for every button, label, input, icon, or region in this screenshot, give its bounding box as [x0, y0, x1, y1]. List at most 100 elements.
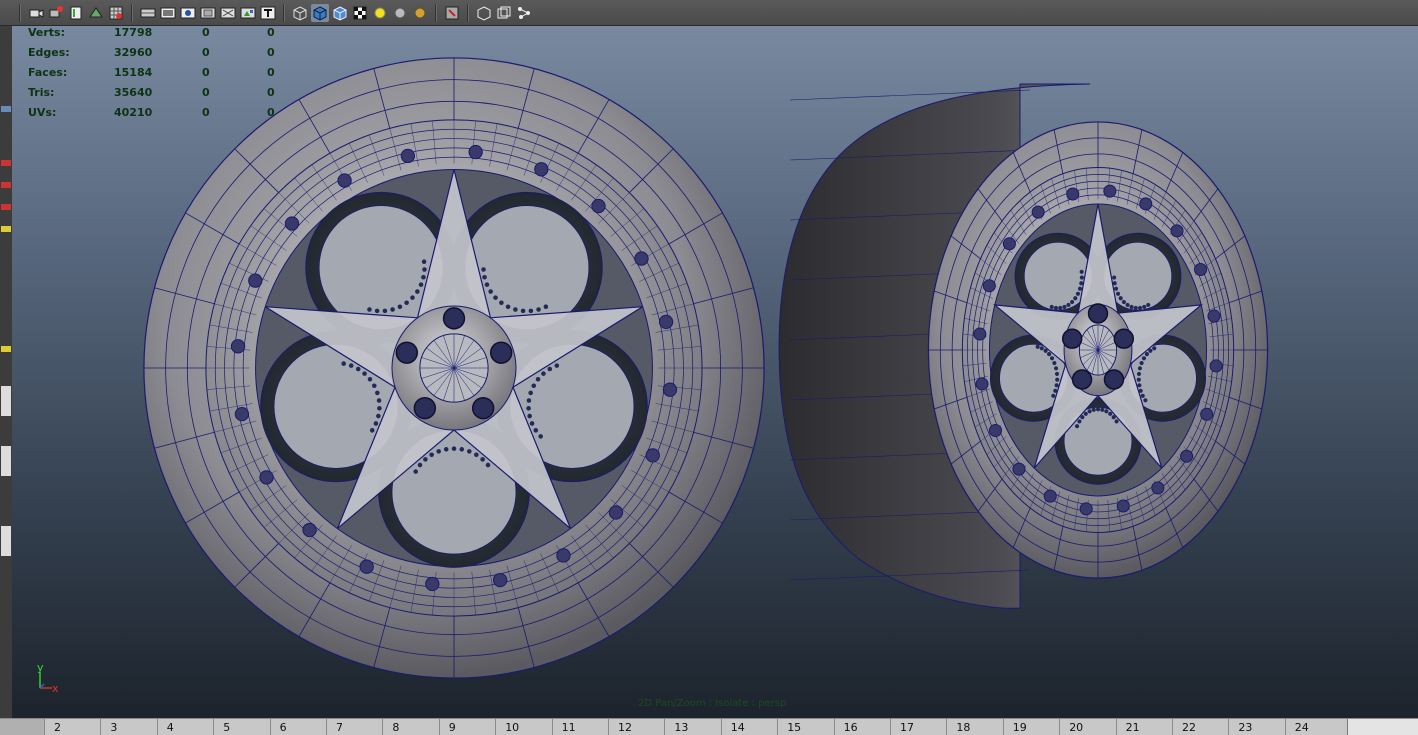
time-tick — [551, 719, 553, 735]
tool-marker[interactable] — [1, 106, 11, 112]
disc-hole — [1114, 419, 1119, 424]
disc-hole — [481, 267, 486, 272]
lug-nut — [1061, 328, 1083, 349]
rim-bolt — [1207, 309, 1221, 323]
lug-nut — [1103, 369, 1125, 390]
hud-v3: 0 — [267, 86, 275, 99]
wireframe-on-shaded-icon[interactable] — [331, 4, 349, 22]
xray-icon[interactable] — [475, 4, 493, 22]
isolate-select-icon[interactable] — [443, 4, 461, 22]
rim-bolt — [1043, 489, 1057, 503]
disc-hole — [480, 457, 485, 462]
ambient-occlusion-icon[interactable] — [411, 4, 429, 22]
time-tick-label: 16 — [843, 721, 858, 734]
camera-icon[interactable] — [27, 4, 45, 22]
perspective-viewport[interactable]: Verts: 17798 0 0 Edges: 32960 0 0 Faces: 15184 0 0 T… — [12, 26, 1418, 718]
image-plane-icon[interactable] — [87, 4, 105, 22]
grid-icon[interactable] — [107, 4, 125, 22]
disc-hole — [1047, 352, 1052, 357]
xray-active-components-icon[interactable] — [495, 4, 513, 22]
rim-bolt — [1180, 449, 1194, 463]
disc-hole — [374, 308, 380, 314]
shadows-icon[interactable] — [391, 4, 409, 22]
hud-label: Verts: — [28, 26, 66, 39]
hud-v3: 0 — [267, 106, 275, 119]
right-wheel-model[interactable] — [778, 83, 1269, 609]
rim-bolt — [1079, 502, 1093, 516]
lug-nut — [395, 341, 419, 364]
disc-hole — [1152, 346, 1157, 351]
time-tick — [100, 719, 102, 735]
tool-marker[interactable] — [1, 226, 11, 232]
disc-hole — [375, 390, 380, 396]
toolbar-separator — [283, 3, 285, 22]
disc-hole — [1051, 393, 1056, 398]
camera-attributes-icon[interactable] — [47, 4, 65, 22]
hud-row: Edges: 32960 0 0 — [28, 46, 288, 66]
tool-marker[interactable] — [1, 160, 11, 166]
disc-hole — [1139, 360, 1144, 366]
rim-bolt — [1170, 224, 1184, 238]
rim-bolt — [1012, 462, 1026, 476]
disc-hole — [1100, 407, 1105, 412]
disc-hole — [482, 274, 487, 280]
tool-marker[interactable] — [1, 386, 11, 416]
disc-hole — [1054, 366, 1059, 371]
lug-nut — [1113, 328, 1135, 349]
disc-hole — [536, 307, 541, 312]
time-tick — [438, 719, 440, 735]
use-all-lights-icon[interactable] — [371, 4, 389, 22]
film-gate-icon[interactable] — [139, 4, 157, 22]
time-tick — [495, 719, 497, 735]
disc-hole — [415, 289, 420, 294]
disc-hole — [1058, 305, 1063, 311]
disc-hole — [1140, 393, 1145, 398]
disc-hole — [528, 390, 533, 396]
gate-mask-icon[interactable] — [179, 4, 197, 22]
text-icon[interactable] — [259, 4, 277, 22]
tool-marker[interactable] — [1, 446, 11, 476]
toolbar-separator — [19, 3, 21, 22]
rim-bolt — [608, 505, 624, 520]
tool-marker[interactable] — [1, 204, 11, 210]
time-tick — [1284, 719, 1286, 735]
current-frame-marker[interactable] — [0, 719, 45, 735]
rim-bolt — [658, 314, 674, 330]
left-wheel-model[interactable] — [143, 57, 765, 679]
disc-hole — [1125, 302, 1130, 308]
range-end-field[interactable] — [1347, 719, 1418, 735]
time-tick-label: 15 — [787, 721, 802, 734]
rim-bolt — [1200, 407, 1214, 421]
disc-hole — [348, 363, 354, 368]
smooth-shade-icon[interactable] — [311, 3, 329, 22]
poly-count-hud: Verts: 17798 0 0 Edges: 32960 0 0 Faces: 15184 0 0 T… — [28, 26, 288, 126]
hud-v3: 0 — [267, 46, 275, 59]
safe-title-icon[interactable] — [239, 4, 257, 22]
disc-hole — [529, 421, 535, 426]
bookmark-icon[interactable] — [67, 4, 85, 22]
time-tick-label: 7 — [336, 721, 343, 734]
disc-hole — [1108, 411, 1113, 416]
hud-v2: 0 — [202, 86, 210, 99]
tool-marker[interactable] — [1, 182, 11, 188]
time-tick-label: 2 — [54, 721, 61, 734]
disc-hole — [443, 447, 449, 452]
safe-action-icon[interactable] — [219, 4, 237, 22]
hud-label: UVs: — [28, 106, 57, 119]
hud-label: Tris: — [28, 86, 55, 99]
resolution-gate-icon[interactable] — [159, 4, 177, 22]
rim-bolt — [468, 144, 483, 160]
field-chart-icon[interactable] — [199, 4, 217, 22]
time-slider[interactable]: 2 3 4 5 6 7 8 9 10 11 12 13 14 15 16 17 18 19 20 21 22 23 24 — [0, 718, 1418, 735]
tool-marker[interactable] — [1, 526, 11, 556]
textured-icon[interactable] — [351, 4, 369, 22]
disc-hole — [367, 376, 373, 382]
disc-hole — [355, 366, 361, 372]
xray-joints-icon[interactable] — [515, 4, 533, 22]
time-tick-label: 5 — [223, 721, 231, 734]
disc-hole — [1136, 371, 1142, 376]
wireframe-icon[interactable] — [291, 4, 309, 22]
tool-marker[interactable] — [1, 346, 11, 352]
disc-hole — [1137, 305, 1143, 311]
lug-nut — [1087, 303, 1109, 324]
